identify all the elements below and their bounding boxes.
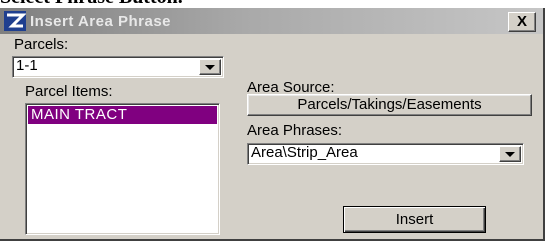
parcels-label: Parcels: [14, 36, 69, 53]
area-phrases-dropdown-button[interactable] [499, 146, 521, 162]
chevron-down-icon [205, 65, 215, 70]
title-bar[interactable]: Insert Area Phrase X [0, 8, 543, 34]
insert-button[interactable]: Insert [343, 206, 486, 233]
parcels-dropdown-button[interactable] [199, 59, 221, 75]
area-phrases-combobox[interactable]: Area\Strip_Area [247, 143, 524, 165]
list-item[interactable]: MAIN TRACT [28, 106, 217, 124]
area-phrases-label: Area Phrases: [247, 122, 343, 139]
parcels-value: 1-1 [16, 57, 38, 74]
area-source-button[interactable]: Parcels/Takings/Easements [247, 94, 532, 116]
parcel-items-label: Parcel Items: [25, 83, 113, 100]
close-icon: X [516, 13, 527, 30]
parcels-combobox[interactable]: 1-1 [12, 56, 224, 78]
close-button[interactable]: X [508, 12, 536, 32]
insert-area-phrase-dialog: Insert Area Phrase X Parcels: 1-1 Parcel… [0, 8, 545, 241]
page-header-text: Select Phrase Button. [0, 0, 183, 8]
chevron-down-icon [505, 152, 515, 157]
area-phrases-value: Area\Strip_Area [251, 144, 358, 161]
parcel-items-listbox[interactable]: MAIN TRACT [25, 103, 220, 235]
app-logo-icon [4, 11, 26, 31]
page-header-strip: Select Phrase Button. [0, 0, 552, 8]
window-title: Insert Area Phrase [30, 13, 172, 30]
